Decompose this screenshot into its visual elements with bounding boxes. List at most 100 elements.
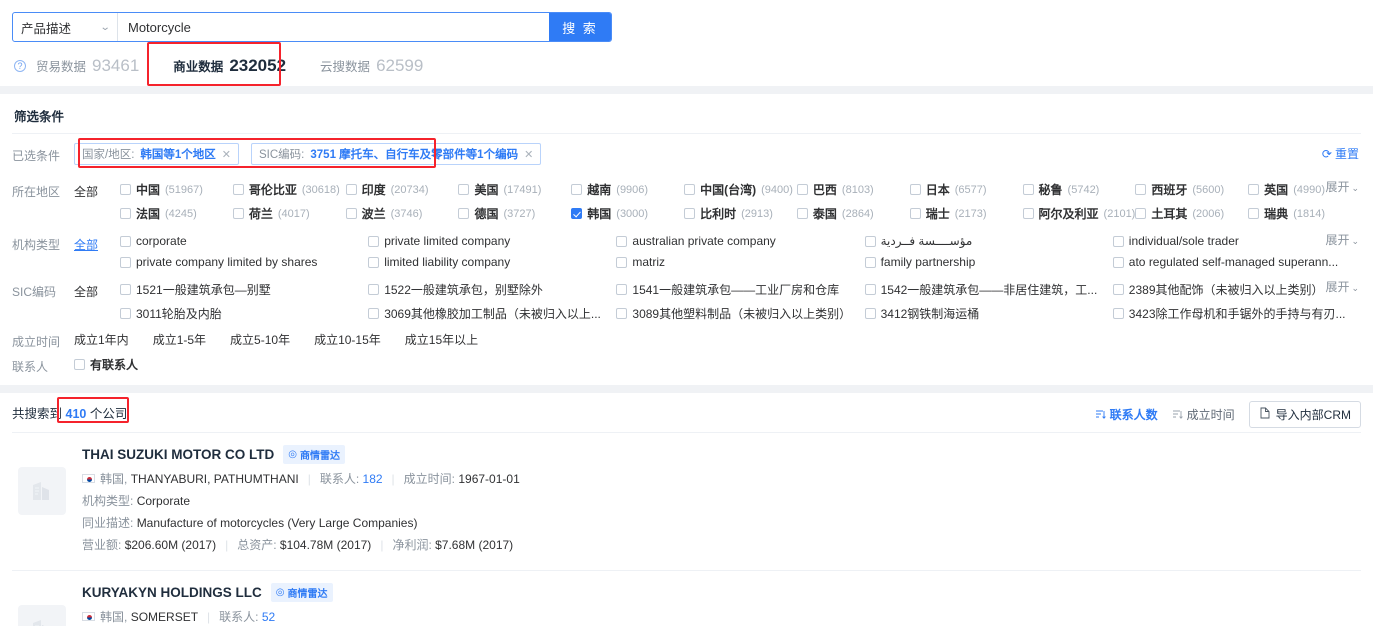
checkbox-item[interactable]: private limited company <box>368 234 616 248</box>
checkbox-box[interactable] <box>232 184 244 195</box>
checkbox-item[interactable]: australian private company <box>616 234 864 248</box>
checkbox-box[interactable] <box>1112 284 1124 295</box>
checkbox-box[interactable] <box>120 308 131 319</box>
checkbox-item[interactable]: 巴西 (8103) <box>796 181 910 198</box>
checkbox-item[interactable]: 越南 (9906) <box>571 181 684 198</box>
founded-chip[interactable]: 成立5-10年 <box>230 331 290 348</box>
checkbox-item[interactable]: 1521一般建筑承包—别墅 <box>120 281 368 298</box>
checkbox-item[interactable]: 比利时 (2913) <box>684 205 797 222</box>
checkbox-box[interactable] <box>616 235 628 247</box>
founded-chip[interactable]: 成立1年内 <box>74 331 129 348</box>
sort-by-founded[interactable]: 成立时间 <box>1172 406 1235 423</box>
checkbox-item[interactable]: ato regulated self-managed superann... <box>1112 255 1361 269</box>
checkbox-item[interactable]: مؤســــسة فــردية <box>864 234 1113 248</box>
checkbox-box[interactable] <box>368 284 380 295</box>
company-name[interactable]: THAI SUZUKI MOTOR CO LTD <box>82 447 274 462</box>
close-icon[interactable]: ✕ <box>222 148 231 161</box>
tab-trade-data[interactable]: ? 贸易数据 93461 <box>14 56 139 86</box>
reset-button[interactable]: ⟳ 重置 <box>1322 145 1359 162</box>
checkbox-box[interactable] <box>458 208 470 219</box>
checkbox-item[interactable]: 3412钢铁制海运桶 <box>864 305 1113 322</box>
checkbox-item[interactable]: 荷兰 (4017) <box>232 205 346 222</box>
founded-chip[interactable]: 成立15年以上 <box>405 331 478 348</box>
founded-chip[interactable]: 成立1-5年 <box>153 331 206 348</box>
checkbox-box[interactable] <box>864 308 876 319</box>
tab-business-data[interactable]: 商业数据 232052 <box>173 56 286 86</box>
company-card[interactable]: KURYAKYN HOLDINGS LLC ◎ 商情雷达 韩国, SOMERSET | 联… <box>0 571 1373 626</box>
checkbox-item[interactable]: individual/sole trader <box>1112 234 1361 248</box>
checkbox-item[interactable]: 秘鲁 (5742) <box>1022 181 1136 198</box>
checkbox-item[interactable]: 法国 (4245) <box>120 205 233 222</box>
filter-all-sic[interactable]: 全部 <box>74 281 120 300</box>
checkbox-box[interactable] <box>864 256 876 268</box>
checkbox-box[interactable] <box>571 208 583 219</box>
checkbox-box[interactable] <box>120 235 131 247</box>
checkbox-box[interactable] <box>796 184 808 195</box>
checkbox-item[interactable]: 阿尔及利亚 (2101) <box>1022 205 1136 222</box>
checkbox-item[interactable]: 1542一般建筑承包——非居住建筑，工... <box>864 281 1113 298</box>
import-crm-button[interactable]: 导入内部CRM <box>1248 401 1361 428</box>
checkbox-item[interactable]: 瑞士 (2173) <box>909 205 1023 222</box>
search-button[interactable]: 搜 索 <box>549 13 611 41</box>
expand-sic[interactable]: 展开 ⌄ <box>1325 278 1359 295</box>
checkbox-item[interactable]: 中国 (51967) <box>120 181 233 198</box>
checkbox-item[interactable]: 2389其他配饰（未被归入以上类别） <box>1112 281 1361 298</box>
tab-cloud-data[interactable]: 云搜数据 62599 <box>320 56 423 86</box>
founded-chip[interactable]: 成立10-15年 <box>314 331 381 348</box>
checkbox-box[interactable] <box>1112 308 1124 319</box>
checkbox-item[interactable]: 土耳其 (2006) <box>1135 205 1248 222</box>
checkbox-item[interactable]: 3423除工作母机和手锯外的手持与有刃... <box>1112 305 1361 322</box>
checkbox-box[interactable] <box>909 208 921 219</box>
checkbox-box[interactable] <box>571 184 583 195</box>
search-category-select[interactable]: 产品描述 ⌄ <box>13 13 118 41</box>
checkbox-box[interactable] <box>120 284 131 295</box>
expand-region[interactable]: 展开 ⌄ <box>1325 178 1359 195</box>
checkbox-box[interactable] <box>684 184 696 195</box>
radar-badge[interactable]: ◎ 商情雷达 <box>270 583 333 602</box>
checkbox-box[interactable] <box>1112 256 1124 268</box>
checkbox-box[interactable] <box>1022 184 1034 195</box>
close-icon[interactable]: ✕ <box>524 148 533 161</box>
checkbox-box[interactable] <box>684 208 696 219</box>
radar-badge[interactable]: ◎ 商情雷达 <box>283 445 345 464</box>
expand-org-type[interactable]: 展开 ⌄ <box>1325 231 1359 248</box>
checkbox-box[interactable] <box>345 184 357 195</box>
checkbox-item[interactable]: corporate <box>120 234 368 248</box>
checkbox-item[interactable]: 印度 (20734) <box>345 181 459 198</box>
checkbox-item[interactable]: 1541一般建筑承包——工业厂房和仓库 <box>616 281 864 298</box>
checkbox-box[interactable] <box>1248 184 1260 195</box>
checkbox-box[interactable] <box>1248 208 1260 219</box>
checkbox-item[interactable]: 3089其他塑料制品（未被归入以上类别） <box>616 305 864 322</box>
checkbox-item[interactable]: matriz <box>616 255 864 269</box>
company-card[interactable]: THAI SUZUKI MOTOR CO LTD ◎ 商情雷达 韩国, THANYAB… <box>0 433 1373 570</box>
checkbox-item[interactable]: 泰国 (2864) <box>796 205 910 222</box>
checkbox-item[interactable]: 西班牙 (5600) <box>1135 181 1248 198</box>
checkbox-box[interactable] <box>74 359 85 370</box>
checkbox-box[interactable] <box>1022 208 1034 219</box>
checkbox-box[interactable] <box>1135 208 1147 219</box>
checkbox-box[interactable] <box>120 184 131 195</box>
checkbox-box[interactable] <box>909 184 921 195</box>
sort-by-contacts[interactable]: 联系人数 <box>1095 406 1158 423</box>
checkbox-item[interactable]: 1522一般建筑承包，别墅除外 <box>368 281 616 298</box>
checkbox-box[interactable] <box>368 256 380 268</box>
checkbox-box[interactable] <box>1135 184 1147 195</box>
checkbox-item[interactable]: private company limited by shares <box>120 255 368 269</box>
checkbox-box[interactable] <box>120 256 131 268</box>
checkbox-item[interactable]: 韩国 (3000) <box>571 205 684 222</box>
checkbox-box[interactable] <box>616 308 628 319</box>
checkbox-box[interactable] <box>796 208 808 219</box>
contacts-value[interactable]: 52 <box>262 610 275 624</box>
checkbox-box[interactable] <box>458 184 470 195</box>
selected-tag-country[interactable]: 国家/地区: 韩国等1个地区 ✕ <box>74 143 240 165</box>
checkbox-item[interactable]: 德国 (3727) <box>458 205 571 222</box>
checkbox-box[interactable] <box>1112 235 1124 247</box>
checkbox-box[interactable] <box>864 235 876 247</box>
checkbox-item[interactable]: 波兰 (3746) <box>345 205 459 222</box>
search-box[interactable]: 产品描述 ⌄ 搜 索 <box>12 12 612 42</box>
search-input[interactable] <box>118 13 549 41</box>
checkbox-item[interactable]: family partnership <box>864 255 1113 269</box>
checkbox-box[interactable] <box>616 284 628 295</box>
checkbox-box[interactable] <box>232 208 244 219</box>
checkbox-box[interactable] <box>616 256 628 268</box>
